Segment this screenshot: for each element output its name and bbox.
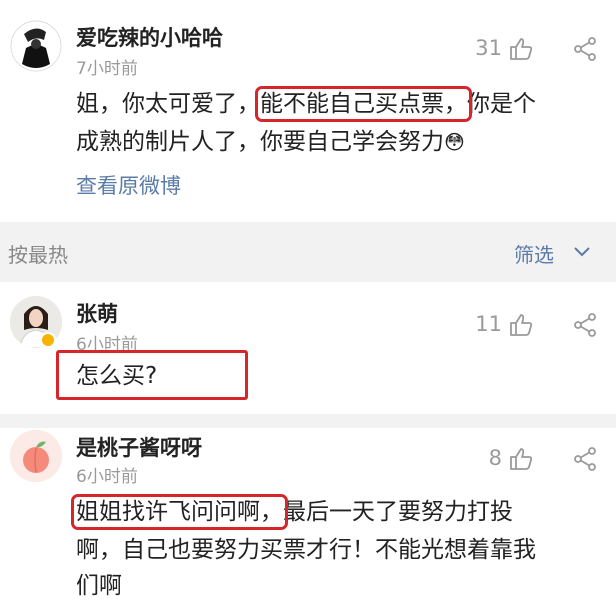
username[interactable]: 爱吃辣的小哈哈 [76,22,223,52]
comment-text-line2: 啊，自己也要努力买票才行！不能光想着靠我 [76,537,536,563]
like-count[interactable]: 31 [462,36,502,60]
username[interactable]: 是桃子酱呀呀 [76,432,202,462]
comment-text-line2: 成熟的制片人了，你要自己学会努力😳 [76,124,465,160]
username[interactable]: 张萌 [76,298,118,328]
thumbs-up-icon[interactable] [508,446,534,472]
thumbs-up-icon[interactable] [508,312,534,338]
highlighted-text: 姐姐找许飞问问啊， [71,494,288,530]
sort-hot-button[interactable]: 按最热 [8,239,68,268]
comment-3: 是桃子酱呀呀 6小时前 8 姐姐找许飞问问啊，最后一天了要努力打投 啊，自己也要… [0,428,616,613]
comment-text-part: 成熟的制片人了，你要自己学会努力 [76,129,444,155]
comment-1: 爱吃辣的小哈哈 7小时前 31 姐，你太可爱了，能不能自己买点票，你是个 成熟的… [0,0,616,222]
comment-text: 怎么买? [76,363,158,389]
flushed-face-emoji-icon: 😳 [444,130,465,154]
like-count[interactable]: 11 [462,312,502,336]
sort-bar: 按最热 筛选 [0,222,616,282]
highlighted-text: 能不能自己买点票， [255,86,472,122]
comment-text-part: 你是个 [467,91,536,117]
like-count[interactable]: 8 [462,446,502,470]
filter-button[interactable]: 筛选 [514,239,554,268]
avatar[interactable] [10,20,62,72]
chevron-down-icon[interactable] [572,244,592,260]
comment-text-part: 最后一天了要努力打投 [283,499,513,525]
view-original-link[interactable]: 查看原微博 [76,168,181,204]
verified-badge-icon [40,332,56,348]
share-icon[interactable] [572,36,598,62]
share-icon[interactable] [572,446,598,472]
timestamp: 6小时前 [76,467,138,487]
timestamp: 7小时前 [76,59,138,79]
comment-text-line1: 姐姐找许飞问问啊，最后一天了要努力打投 [71,494,513,530]
comment-text-line1: 姐，你太可爱了，能不能自己买点票，你是个 [76,86,536,122]
thumbs-up-icon[interactable] [508,36,534,62]
comment-text-line3: 们啊 [76,573,122,599]
divider [0,414,616,428]
comment-text-part: 姐，你太可爱了， [76,91,260,117]
share-icon[interactable] [572,312,598,338]
comment-2: 张萌 6小时前 11 怎么买? [0,282,616,414]
avatar[interactable] [10,430,62,482]
